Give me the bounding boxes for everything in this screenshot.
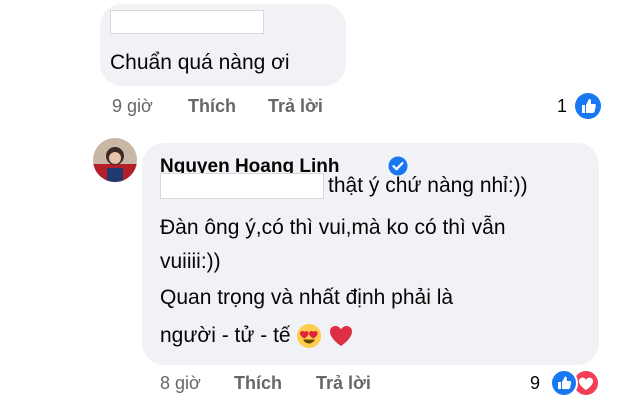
like-button[interactable]: Thích [188,96,236,117]
comment-line: vuiiii:)) [160,250,221,273]
redacted-author-name [110,10,264,34]
like-button[interactable]: Thích [234,373,282,394]
like-icon [550,369,578,397]
comment-text: Chuẩn quá nàng ơi [110,51,290,74]
comment-timestamp[interactable]: 9 giờ [112,96,153,117]
avatar[interactable] [93,138,137,182]
reaction-count[interactable]: 1 [557,96,567,117]
reply-button[interactable]: Trả lời [268,96,323,117]
heart-eyes-emoji-icon [297,324,322,349]
like-icon[interactable] [574,92,602,120]
comment-line: Đàn ông ý,có thì vui,mà ko có thì vẫn [160,216,506,239]
reply-button[interactable]: Trả lời [316,373,371,394]
comment-bubble: Nguyen Hoang Linh thật ý chứ nàng nhỉ:))… [142,143,599,365]
comment-bubble: Chuẩn quá nàng ơi [100,4,346,86]
red-heart-emoji-icon [330,326,353,347]
reaction-icons[interactable] [546,368,606,398]
comment-timestamp[interactable]: 8 giờ [160,373,201,394]
comment-line-with-emoji: người - tử - tế [160,321,354,351]
comment-line: thật ý chứ nàng nhỉ:)) [328,174,528,197]
reaction-count[interactable]: 9 [530,373,540,394]
comment-line: người - tử - tế [160,324,291,347]
redacted-mention [160,173,324,199]
comment-line: Quan trọng và nhất định phải là [160,286,454,309]
